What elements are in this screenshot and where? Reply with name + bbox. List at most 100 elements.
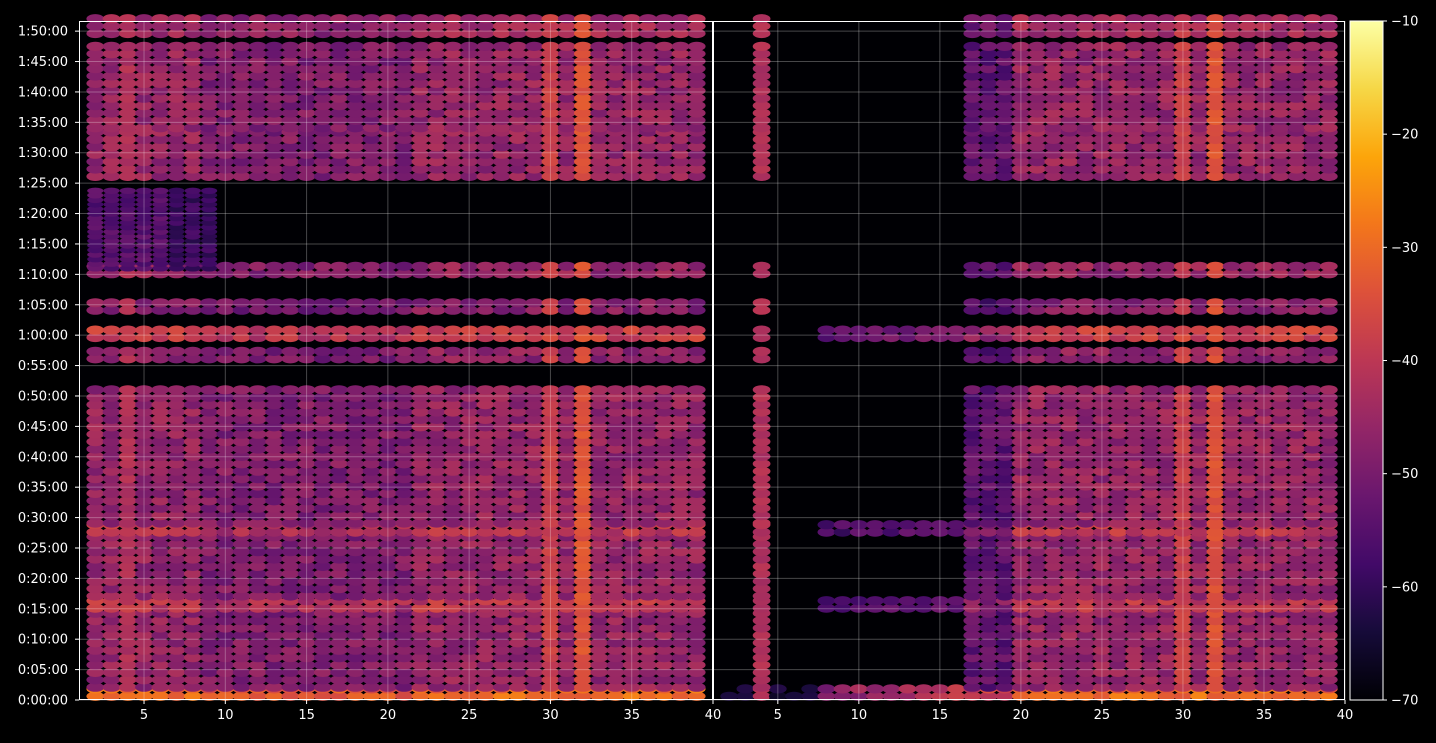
heat-cell: [1109, 298, 1127, 307]
heat-cell: [607, 326, 625, 335]
heat-cell: [200, 298, 218, 307]
heat-cell: [152, 188, 168, 194]
heat-cell: [185, 188, 201, 194]
x-tick-label: 15: [932, 708, 949, 723]
x-tick-label: 15: [298, 708, 315, 723]
heat-cell: [558, 262, 576, 271]
heat-cell: [915, 520, 933, 529]
heat-cell: [655, 262, 673, 271]
heat-cell: [249, 42, 267, 51]
heat-cell: [1190, 42, 1208, 51]
heat-cell: [184, 385, 202, 394]
y-tick-label: 0:40:00: [18, 450, 68, 465]
heat-cell: [818, 596, 836, 605]
heat-cell: [281, 385, 299, 394]
heat-cell: [996, 298, 1014, 307]
heat-cell: [412, 326, 430, 335]
heat-cell: [119, 298, 137, 307]
y-tick-label: 0:35:00: [18, 481, 68, 496]
heat-cell: [200, 326, 218, 335]
heat-cell: [1190, 262, 1208, 271]
heat-cell: [86, 347, 104, 356]
heat-cell: [753, 326, 771, 335]
heat-cell: [1125, 326, 1143, 335]
heat-cell: [233, 347, 251, 356]
heat-cell: [363, 347, 381, 356]
heat-cell: [866, 596, 884, 605]
heat-cell: [249, 326, 267, 335]
heat-cell: [996, 262, 1014, 271]
heat-cell: [1109, 385, 1127, 394]
heat-cell: [672, 326, 690, 335]
heat-cell: [1044, 262, 1062, 271]
heat-cell: [688, 262, 706, 271]
heat-cell: [1044, 298, 1062, 307]
heat-cell: [201, 188, 217, 194]
heat-cell: [1028, 326, 1046, 335]
heat-cell: [168, 42, 186, 51]
y-tick-label: 0:25:00: [18, 541, 68, 556]
heat-cell: [558, 347, 576, 356]
heat-cell: [265, 298, 283, 307]
heat-cell: [1077, 347, 1095, 356]
panel-left: [79, 14, 713, 701]
heat-cell: [265, 42, 283, 51]
heat-cell: [672, 42, 690, 51]
heat-cell: [525, 347, 543, 356]
heat-cell: [444, 326, 462, 335]
heat-cell: [915, 684, 933, 693]
heat-cell: [639, 298, 657, 307]
heat-cell: [525, 326, 543, 335]
heat-cell: [1142, 298, 1160, 307]
heat-cell: [86, 385, 104, 394]
heat-cell: [151, 347, 169, 356]
heat-cell: [1028, 347, 1046, 356]
heat-cell: [509, 42, 527, 51]
heat-cell: [1223, 326, 1241, 335]
heat-cell: [753, 385, 771, 394]
heat-cell: [1125, 298, 1143, 307]
heat-cell: [428, 385, 446, 394]
heat-cell: [119, 347, 137, 356]
heat-cell: [1239, 385, 1257, 394]
heat-cell: [168, 326, 186, 335]
heat-cell: [655, 347, 673, 356]
heat-cell: [314, 42, 332, 51]
heat-cell: [590, 298, 608, 307]
heat-cell: [1288, 347, 1306, 356]
heat-cell: [818, 684, 836, 693]
heat-cell: [1207, 326, 1225, 335]
heat-cell: [330, 262, 348, 271]
heat-cell: [1288, 42, 1306, 51]
heat-cell: [963, 347, 981, 356]
heat-cell: [1320, 298, 1338, 307]
heat-cell: [233, 326, 251, 335]
heat-cell: [1125, 262, 1143, 271]
heat-cell: [444, 42, 462, 51]
heat-cell: [996, 347, 1014, 356]
heat-cell: [915, 596, 933, 605]
heat-cell: [119, 385, 137, 394]
heat-cell: [281, 298, 299, 307]
heat-cell: [980, 42, 998, 51]
heat-cell: [1288, 326, 1306, 335]
heat-cell: [525, 385, 543, 394]
heat-cell: [493, 385, 511, 394]
heat-cell: [672, 385, 690, 394]
heat-cell: [184, 347, 202, 356]
heat-cell: [1304, 347, 1322, 356]
heat-cell: [314, 262, 332, 271]
heat-cell: [574, 298, 592, 307]
heat-cell: [493, 347, 511, 356]
heat-cell: [1304, 262, 1322, 271]
heat-cell: [753, 42, 771, 51]
heat-cell: [444, 347, 462, 356]
heat-cell: [233, 42, 251, 51]
heat-cell: [639, 326, 657, 335]
heat-cell: [281, 326, 299, 335]
heat-cell: [347, 326, 365, 335]
heat-cell: [801, 684, 819, 693]
heat-cell: [899, 520, 917, 529]
heat-cell: [607, 298, 625, 307]
heat-cell: [672, 347, 690, 356]
